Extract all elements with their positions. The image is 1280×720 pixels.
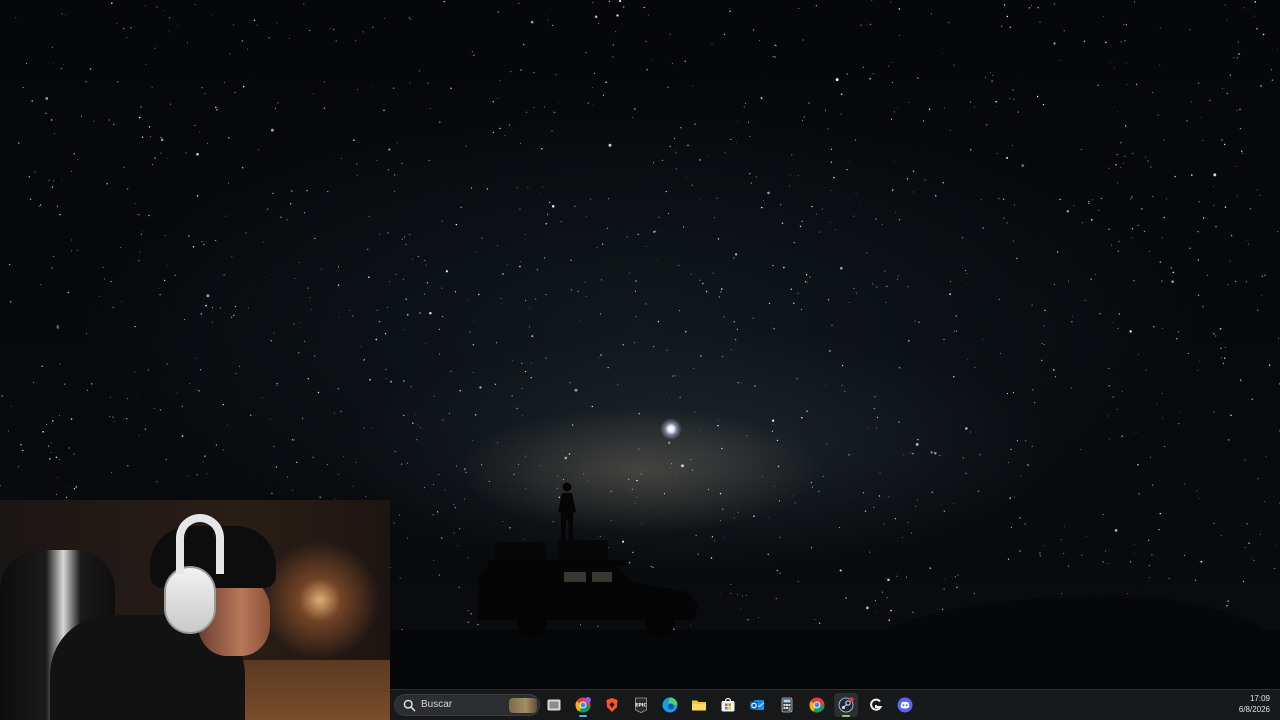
- edge-icon: [662, 697, 678, 713]
- outlook-button[interactable]: [745, 693, 769, 717]
- webcam-headband: [176, 514, 224, 574]
- g-hub-icon: [870, 698, 883, 711]
- clock-time: 17:09: [1249, 694, 1270, 703]
- taskbar: Buscar EPIC 17:09 6/8/2026: [390, 689, 1280, 720]
- chrome-profile-button[interactable]: [571, 693, 595, 717]
- steam-button[interactable]: [834, 693, 858, 717]
- search-label: Buscar: [421, 699, 453, 710]
- g-hub-button[interactable]: [864, 693, 888, 717]
- steam-icon: [838, 697, 854, 713]
- webcam-headphones: [164, 566, 216, 634]
- microsoft-store-button[interactable]: [716, 693, 740, 717]
- bright-star: [660, 418, 682, 440]
- file-explorer-icon: [692, 700, 706, 711]
- brave-button[interactable]: [600, 693, 624, 717]
- chrome-icon: [809, 697, 825, 713]
- task-view-button[interactable]: [542, 693, 566, 717]
- task-view-icon: [547, 699, 561, 711]
- calculator-icon: [781, 697, 793, 713]
- discord-button[interactable]: [893, 693, 917, 717]
- running-indicator: [579, 715, 587, 717]
- epic-games-icon: EPIC: [635, 697, 647, 713]
- chrome-button[interactable]: [805, 693, 829, 717]
- file-explorer-button[interactable]: [687, 693, 711, 717]
- outlook-icon: [750, 700, 765, 710]
- running-indicator: [842, 715, 850, 717]
- search-icon: [403, 699, 416, 712]
- brave-icon: [606, 698, 618, 712]
- webcam-floor: [230, 660, 390, 720]
- epic-games-label: EPIC: [635, 703, 647, 709]
- system-clock[interactable]: 17:09 6/8/2026: [1210, 693, 1270, 717]
- webcam-lamp-glow: [260, 540, 380, 660]
- microsoft-store-icon: [721, 697, 735, 712]
- clock-date: 6/8/2026: [1238, 705, 1270, 714]
- vehicle-silhouette: [478, 482, 698, 637]
- epic-games-button[interactable]: EPIC: [629, 693, 653, 717]
- search-highlight-image: [509, 698, 537, 713]
- edge-button[interactable]: [658, 693, 682, 717]
- calculator-button[interactable]: [775, 693, 799, 717]
- webcam-overlay: [0, 500, 390, 720]
- search-box[interactable]: Buscar: [394, 694, 540, 716]
- chrome-profile-icon: [575, 697, 591, 713]
- discord-icon: [897, 697, 913, 713]
